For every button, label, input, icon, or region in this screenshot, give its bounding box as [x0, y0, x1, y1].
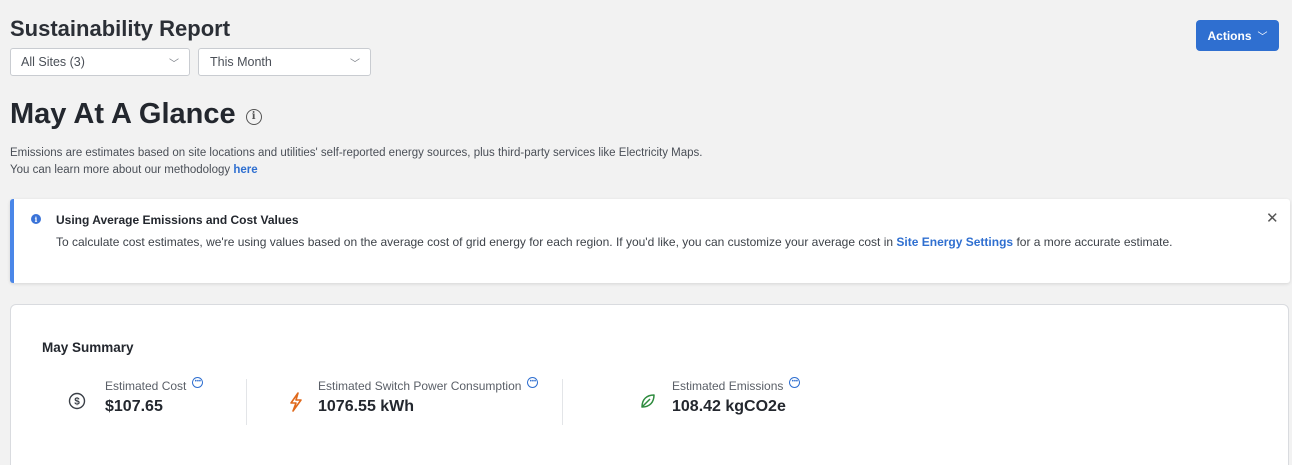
metric-label: Estimated Emissions [672, 379, 784, 393]
info-icon: i [31, 214, 41, 224]
metric-value: 1076.55 kWh [318, 398, 415, 415]
metric-power-consumption: Estimated Switch Power Consumption ••• 1… [284, 376, 539, 425]
description-text: Emissions are estimates based on site lo… [10, 147, 703, 176]
chat-icon[interactable]: ••• [527, 376, 539, 388]
metric-value: $107.65 [105, 398, 163, 415]
chat-icon[interactable]: ••• [789, 376, 801, 388]
metric-label: Estimated Cost [105, 379, 187, 393]
info-banner: i Using Average Emissions and Cost Value… [10, 199, 1290, 283]
metric-estimated-emissions: Estimated Emissions ••• 108.42 kgCO2e [636, 376, 801, 425]
banner-body-text: To calculate cost estimates, we're using… [56, 235, 894, 249]
sites-select-value: All Sites (3) [21, 55, 85, 69]
banner-body: To calculate cost estimates, we're using… [56, 233, 1236, 252]
chevron-down-icon: ﹀ [169, 58, 179, 70]
svg-text:$: $ [74, 397, 80, 408]
period-select[interactable]: This Month ﹀ [198, 48, 371, 76]
banner-body-tail: for a more accurate estimate. [1016, 235, 1173, 249]
metric-estimated-cost: $ Estimated Cost ••• $107.65 [65, 376, 204, 425]
methodology-link[interactable]: here [233, 164, 257, 176]
chevron-down-icon: ﹀ [350, 58, 360, 70]
glance-description: Emissions are estimates based on site lo… [10, 145, 710, 179]
dollar-icon: $ [65, 392, 89, 415]
metric-label: Estimated Switch Power Consumption [318, 379, 522, 393]
banner-title: Using Average Emissions and Cost Values [56, 213, 299, 227]
summary-card: May Summary $ Estimated Cost ••• $107.65… [10, 304, 1289, 465]
glance-heading: May At A Glance i [10, 98, 262, 131]
leaf-icon [636, 392, 660, 415]
site-energy-settings-link[interactable]: Site Energy Settings [896, 235, 1013, 249]
divider [562, 379, 563, 425]
metric-value: 108.42 kgCO2e [672, 398, 786, 415]
chat-icon[interactable]: ••• [192, 376, 204, 388]
divider [246, 379, 247, 425]
summary-title: May Summary [42, 340, 134, 355]
info-icon[interactable]: i [245, 108, 262, 125]
actions-button[interactable]: Actions ﹀ [1196, 20, 1279, 51]
sites-select[interactable]: All Sites (3) ﹀ [10, 48, 190, 76]
close-icon[interactable]: ✕ [1266, 209, 1279, 227]
chevron-down-icon: ﹀ [1257, 32, 1268, 43]
actions-label: Actions [1207, 28, 1252, 43]
lightning-icon [284, 392, 308, 417]
page-title: Sustainability Report [10, 16, 231, 41]
glance-title: May At A Glance [10, 98, 236, 130]
period-select-value: This Month [210, 55, 272, 69]
